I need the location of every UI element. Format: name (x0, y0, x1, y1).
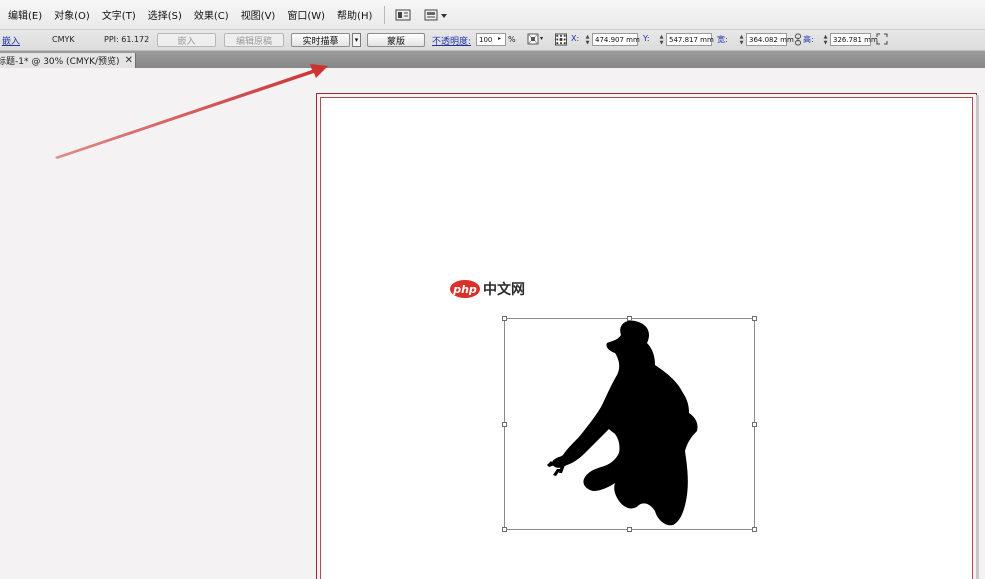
artboard-shadow (976, 95, 979, 579)
menu-window[interactable]: 窗口(W) (287, 5, 325, 24)
close-icon[interactable]: ✕ (125, 55, 133, 66)
jumping-person-silhouette-icon (547, 320, 698, 526)
width-label: 宽: (717, 35, 728, 44)
menu-effect[interactable]: 效果(C) (194, 5, 229, 24)
resize-handle-left[interactable] (502, 422, 507, 427)
watermark: php 中文网 (450, 279, 525, 299)
opacity-dropdown-icon[interactable]: ▸ (498, 35, 501, 42)
menu-edit[interactable]: 编辑(E) (8, 5, 42, 24)
x-stepper-icon[interactable]: ▲ ▼ (584, 33, 591, 46)
opacity-unit: % (508, 35, 516, 44)
resize-handle-top[interactable] (627, 316, 632, 321)
opacity-label[interactable]: 不透明度: (432, 34, 471, 47)
resize-handle-bottom[interactable] (627, 527, 632, 532)
height-stepper-icon[interactable]: ▲ ▼ (822, 33, 829, 46)
menu-type[interactable]: 文字(T) (102, 5, 136, 24)
y-label: Y: (643, 34, 650, 43)
placed-image[interactable] (502, 316, 757, 532)
menu-help[interactable]: 帮助(H) (337, 5, 372, 24)
embed-link[interactable]: 嵌入 (2, 34, 20, 47)
live-trace-dropdown-icon[interactable]: ▾ (352, 33, 361, 47)
height-label: 高: (803, 35, 814, 44)
resize-handle-right[interactable] (752, 422, 757, 427)
width-stepper-icon[interactable]: ▲ ▼ (738, 33, 745, 46)
embed-button[interactable]: 嵌入 (157, 33, 216, 47)
tab-document[interactable]: 标题-1* @ 30% (CMYK/预览) ✕ (0, 53, 136, 68)
transform-panel-icon[interactable] (876, 33, 888, 45)
height-input[interactable]: 326.781 mm (830, 33, 878, 46)
ppi-label: PPI: 61.172 (104, 35, 150, 44)
menu-bar: 编辑(E) 对象(O) 文字(T) 选择(S) 效果(C) 视图(V) 窗口(W… (0, 0, 985, 30)
y-input[interactable]: 547.817 mm (666, 33, 714, 46)
mask-button[interactable]: 蒙版 (367, 33, 425, 47)
menu-select[interactable]: 选择(S) (148, 5, 182, 24)
live-trace-button[interactable]: 实时描摹 (291, 33, 350, 47)
control-bar: 嵌入 CMYK PPI: 61.172 嵌入 编辑原稿 实时描摹 ▾ 蒙版 不透… (0, 30, 985, 51)
style-swatch-icon[interactable] (527, 33, 539, 45)
document-tab-title: 标题-1* @ 30% (CMYK/预览) (0, 57, 120, 67)
edit-original-button[interactable]: 编辑原稿 (224, 33, 284, 47)
width-input[interactable]: 364.082 mm (746, 33, 794, 46)
document-tab-bar: 标题-1* @ 30% (CMYK/预览) ✕ (0, 51, 985, 68)
y-stepper-icon[interactable]: ▲ ▼ (658, 33, 665, 46)
menu-view[interactable]: 视图(V) (241, 5, 276, 24)
resize-handle-top-left[interactable] (502, 316, 507, 321)
menu-separator (384, 5, 386, 24)
arrange-documents-icon[interactable] (423, 7, 451, 23)
resize-handle-top-right[interactable] (752, 316, 757, 321)
x-label: X: (571, 34, 580, 43)
canvas-area[interactable]: php 中文网 (0, 68, 985, 579)
php-logo-icon: php (450, 280, 480, 298)
resize-handle-bottom-right[interactable] (752, 527, 757, 532)
watermark-text: 中文网 (483, 282, 525, 298)
x-input[interactable]: 474.907 mm (592, 33, 640, 46)
opacity-input[interactable]: 100 (476, 33, 506, 46)
menu-object[interactable]: 对象(O) (54, 5, 90, 24)
bridge-icon[interactable] (393, 7, 413, 23)
style-dropdown-icon[interactable]: ▾ (540, 35, 543, 42)
resize-handle-bottom-left[interactable] (502, 527, 507, 532)
reference-point-icon[interactable] (555, 33, 567, 45)
color-mode-label: CMYK (52, 35, 75, 44)
